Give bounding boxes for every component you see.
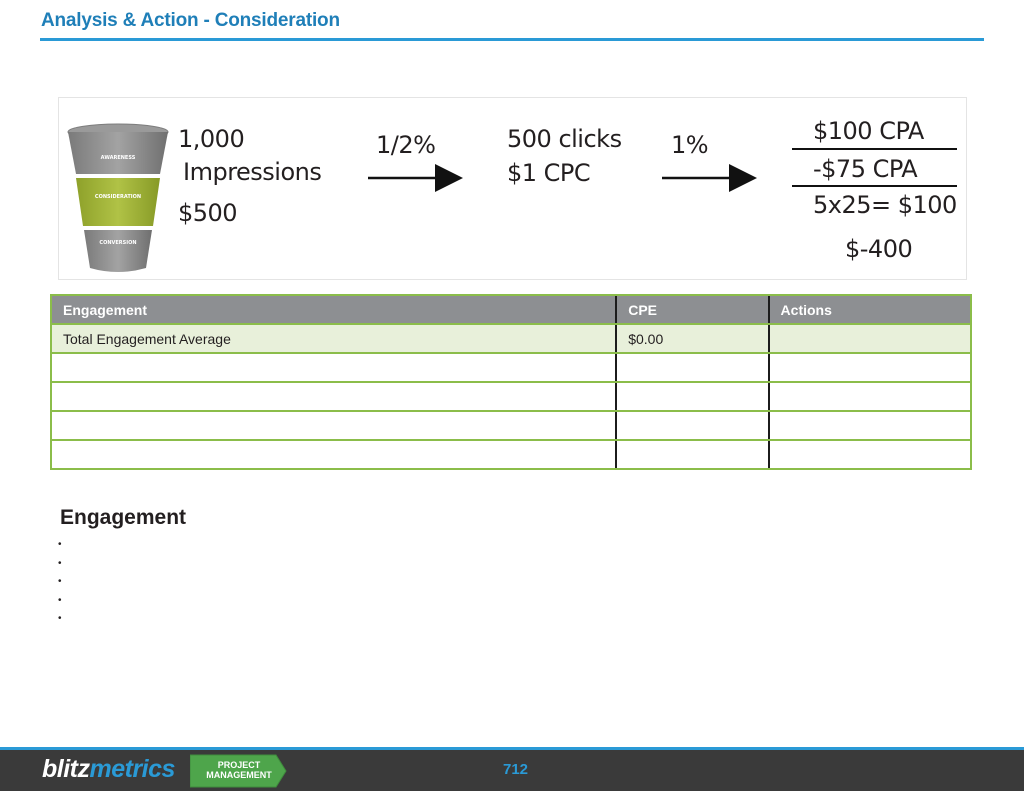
table-cell (615, 410, 769, 441)
cpa-calculation: 5x25= $100 (813, 191, 957, 219)
table-cell (51, 410, 617, 441)
cpa-minus: -$75 CPA (813, 155, 918, 183)
clicks-value: 500 clicks (507, 125, 622, 153)
table-row (51, 352, 971, 383)
table-cell (615, 352, 769, 383)
page-title: Analysis & Action - Consideration (41, 10, 340, 31)
table-cell (767, 381, 971, 412)
table-cell (51, 439, 617, 470)
table-row (51, 410, 971, 441)
cpa-top: $100 CPA (813, 117, 924, 145)
funnel-label-awareness: AWARENESS (100, 155, 136, 161)
arrow-2-head (729, 164, 757, 192)
cpc-value: $1 CPC (507, 159, 591, 187)
arrow-1-head (435, 164, 463, 192)
funnel-label-consideration: CONSIDERATION (94, 194, 142, 200)
table-cell: Total Engagement Average (51, 323, 617, 354)
cpa-result: $-400 (845, 235, 913, 263)
funnel-conversion-band (84, 230, 152, 272)
table-row (51, 439, 971, 470)
conversion-rate: 1% (671, 131, 709, 159)
page-number: 712 (503, 761, 529, 778)
table-cell: $0.00 (615, 323, 769, 354)
list-item (58, 590, 62, 609)
table-row: Total Engagement Average $0.00 (51, 323, 971, 354)
table-cell (615, 381, 769, 412)
table-cell (767, 410, 971, 441)
impressions-count: 1,000 (178, 125, 245, 153)
impressions-label: Impressions (183, 158, 322, 186)
bullet-list (58, 534, 62, 627)
header-engagement: Engagement (51, 294, 617, 325)
table-cell (51, 381, 617, 412)
project-management-label: PROJECT MANAGEMENT (206, 760, 272, 780)
table-row (51, 381, 971, 412)
title-divider (40, 38, 984, 41)
table-header-row: Engagement CPE Actions (51, 294, 971, 325)
table-cell (615, 439, 769, 470)
header-cpe: CPE (615, 294, 769, 325)
funnel-consideration-band (76, 178, 160, 226)
header-actions: Actions (767, 294, 971, 325)
list-item (58, 571, 62, 590)
table-cell (51, 352, 617, 383)
funnel-awareness-band (68, 132, 168, 174)
blitzmetrics-logo: blitzmetrics (42, 755, 175, 783)
list-item (58, 608, 62, 627)
ctr-value: 1/2% (376, 131, 436, 159)
table-cell (767, 439, 971, 470)
funnel-label-conversion: CONVERSION (99, 240, 137, 246)
funnel-diagram: AWARENESS CONSIDERATION CONVERSION 1,000… (58, 97, 967, 280)
list-item (58, 534, 62, 553)
table-cell (767, 323, 971, 354)
engagement-table: Engagement CPE Actions Total Engagement … (50, 294, 972, 470)
table-cell (767, 352, 971, 383)
list-item (58, 553, 62, 572)
section-heading: Engagement (60, 506, 187, 529)
impressions-cost: $500 (178, 199, 238, 227)
